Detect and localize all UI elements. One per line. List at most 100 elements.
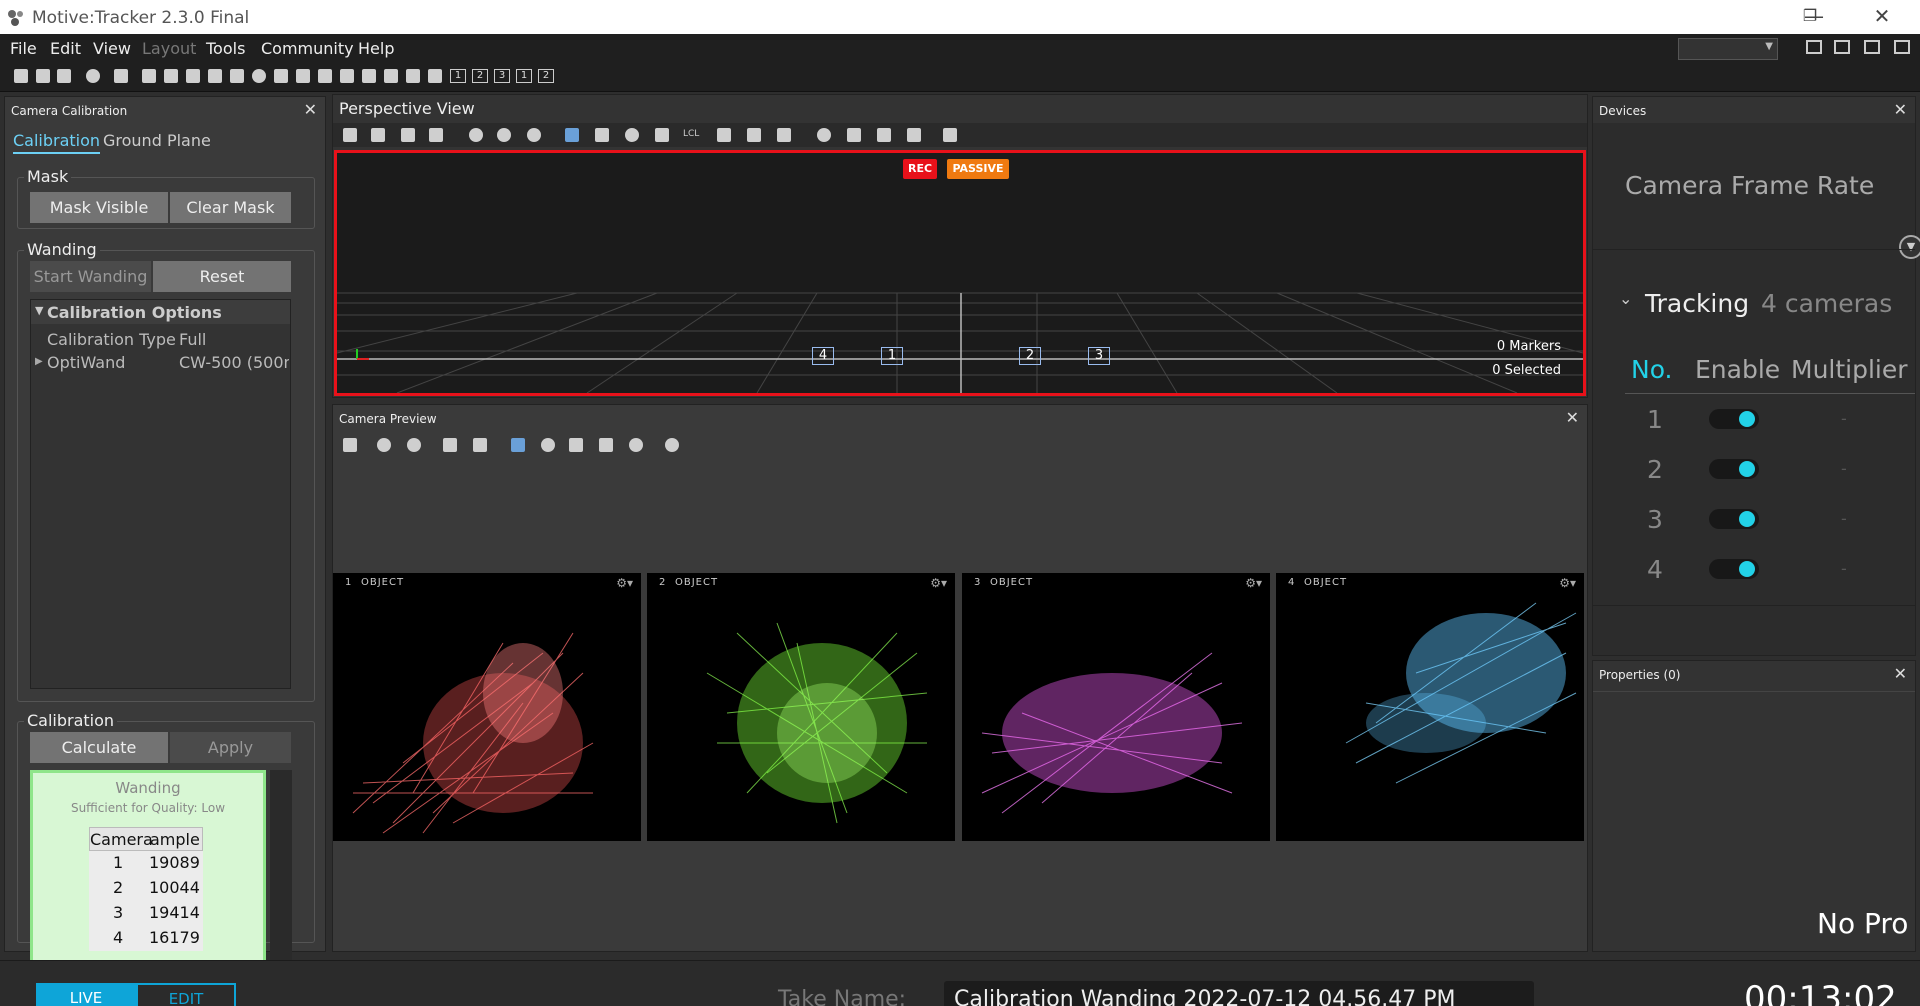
select-add-icon[interactable] bbox=[747, 128, 761, 142]
tab-ground-plane[interactable]: Ground Plane bbox=[103, 131, 211, 150]
select-arrow-icon[interactable] bbox=[565, 128, 579, 142]
zoom-fit-icon[interactable] bbox=[407, 438, 421, 452]
markers-label-icon[interactable] bbox=[877, 128, 891, 142]
menu-tools[interactable]: Tools bbox=[206, 39, 245, 58]
square-tool-icon[interactable] bbox=[569, 438, 583, 452]
move-icon[interactable] bbox=[595, 128, 609, 142]
new-project-icon[interactable] bbox=[14, 69, 28, 83]
menu-file[interactable]: File bbox=[10, 39, 37, 58]
close-icon[interactable]: ✕ bbox=[1566, 408, 1579, 427]
grid-icon[interactable] bbox=[343, 128, 357, 142]
select-box-icon[interactable] bbox=[717, 128, 731, 142]
camera-icon[interactable] bbox=[401, 128, 415, 142]
3d-viewport[interactable]: REC PASSIVE 4 1 2 3 0 Markers 0 Selected bbox=[334, 150, 1586, 396]
enable-toggle[interactable] bbox=[1709, 559, 1759, 579]
enable-toggle[interactable] bbox=[1709, 409, 1759, 429]
open-project-icon[interactable] bbox=[36, 69, 50, 83]
camera-marker-4[interactable]: 4 bbox=[812, 347, 834, 365]
zoom-all-icon[interactable] bbox=[527, 128, 541, 142]
chevron-down-icon[interactable]: ⌄ bbox=[1619, 289, 1632, 308]
person-icon[interactable] bbox=[428, 69, 442, 83]
select-remove-icon[interactable] bbox=[777, 128, 791, 142]
save-project-icon[interactable] bbox=[57, 69, 71, 83]
clear-mask-button[interactable]: Clear Mask bbox=[170, 192, 291, 223]
rotate-icon[interactable] bbox=[625, 128, 639, 142]
gear-icon[interactable]: ⚙▾ bbox=[1245, 576, 1262, 590]
layout-float-icon[interactable] bbox=[1864, 40, 1880, 54]
wand-icon[interactable] bbox=[164, 69, 178, 83]
layout-dropdown[interactable]: ▼ bbox=[1678, 38, 1778, 60]
optiwand-value[interactable]: CW-500 (500mm bbox=[179, 353, 289, 372]
apply-button[interactable]: Apply bbox=[170, 732, 291, 763]
close-icon[interactable]: ✕ bbox=[1894, 664, 1907, 683]
menu-layout[interactable]: Layout bbox=[142, 39, 196, 58]
enable-toggle[interactable] bbox=[1709, 509, 1759, 529]
menu-community[interactable]: Community bbox=[261, 39, 354, 58]
zoom-in-icon[interactable] bbox=[469, 128, 483, 142]
gear-icon[interactable]: ⚙▾ bbox=[616, 576, 633, 590]
mask-view-icon[interactable] bbox=[443, 438, 457, 452]
tools-icon[interactable] bbox=[318, 69, 332, 83]
info-icon[interactable] bbox=[252, 69, 266, 83]
camera-tile[interactable]: 4 OBJECT ⚙▾ bbox=[1276, 573, 1584, 841]
toggle-icon[interactable] bbox=[629, 438, 643, 452]
restore-button[interactable]: ❐ bbox=[1786, 0, 1834, 34]
skeleton-icon[interactable] bbox=[429, 128, 443, 142]
view-5-button[interactable]: 2 bbox=[538, 69, 554, 83]
skeleton-icon[interactable] bbox=[362, 69, 376, 83]
window-icon[interactable] bbox=[114, 69, 128, 83]
view-2-button[interactable]: 2 bbox=[472, 69, 488, 83]
close-icon[interactable]: ✕ bbox=[1894, 100, 1907, 119]
close-button[interactable]: ✕ bbox=[1858, 0, 1906, 34]
camera-tile[interactable]: 3 OBJECT ⚙▾ bbox=[962, 573, 1270, 841]
expand-triangle-icon[interactable]: ▶ bbox=[35, 356, 43, 367]
tracking-section-title[interactable]: Tracking bbox=[1645, 289, 1749, 318]
menu-edit[interactable]: Edit bbox=[50, 39, 81, 58]
broadcast-icon[interactable] bbox=[406, 69, 420, 83]
menu-help[interactable]: Help bbox=[358, 39, 394, 58]
close-icon[interactable]: ✕ bbox=[304, 100, 317, 119]
gear-icon[interactable]: ⚙▾ bbox=[1559, 576, 1576, 590]
no-column-header[interactable]: No. bbox=[1631, 355, 1673, 384]
camera-marker-2[interactable]: 2 bbox=[1019, 347, 1041, 365]
graph-icon[interactable] bbox=[296, 69, 310, 83]
markers-visible-icon[interactable] bbox=[847, 128, 861, 142]
bones-icon[interactable] bbox=[907, 128, 921, 142]
layout-window-icon[interactable] bbox=[1834, 40, 1850, 54]
layers-icon[interactable] bbox=[208, 69, 222, 83]
camera-marker-3[interactable]: 3 bbox=[1088, 347, 1110, 365]
zoom-in-icon[interactable] bbox=[377, 438, 391, 452]
layout-dock-icon[interactable] bbox=[1894, 40, 1910, 54]
mask-visible-button[interactable]: Mask Visible bbox=[30, 192, 168, 223]
menu-view[interactable]: View bbox=[93, 39, 131, 58]
clear-view-icon[interactable] bbox=[473, 438, 487, 452]
calculate-button[interactable]: Calculate bbox=[30, 732, 168, 763]
tab-calibration[interactable]: Calibration bbox=[13, 131, 101, 154]
network-icon[interactable] bbox=[274, 69, 288, 83]
options-header[interactable]: ▼ Calibration Options bbox=[31, 300, 290, 324]
enable-toggle[interactable] bbox=[1709, 459, 1759, 479]
zoom-fit-icon[interactable] bbox=[497, 128, 511, 142]
scroll-down-icon[interactable]: ▼ bbox=[1899, 235, 1920, 259]
camera-tile[interactable]: 1 OBJECT ⚙▾ bbox=[333, 573, 641, 841]
database-icon[interactable] bbox=[186, 69, 200, 83]
view-4-button[interactable]: 1 bbox=[516, 69, 532, 83]
view-1-button[interactable]: 1 bbox=[450, 69, 466, 83]
axis-icon[interactable] bbox=[343, 438, 357, 452]
settings-icon[interactable] bbox=[86, 69, 100, 83]
camera-marker-1[interactable]: 1 bbox=[881, 347, 903, 365]
circle-tool-icon[interactable] bbox=[541, 438, 555, 452]
camera-icon[interactable] bbox=[142, 69, 156, 83]
edit-mode-button[interactable]: EDIT bbox=[136, 983, 236, 1006]
eye-icon[interactable] bbox=[817, 128, 831, 142]
markers-icon[interactable] bbox=[340, 69, 354, 83]
gear-icon[interactable]: ⚙▾ bbox=[930, 576, 947, 590]
eye-icon[interactable] bbox=[665, 438, 679, 452]
start-wanding-button[interactable]: Start Wanding bbox=[30, 261, 151, 292]
camera-tile[interactable]: 2 OBJECT ⚙▾ bbox=[647, 573, 955, 841]
person-icon[interactable] bbox=[943, 128, 957, 142]
live-mode-button[interactable]: LIVE bbox=[36, 983, 136, 1006]
scale-icon[interactable] bbox=[655, 128, 669, 142]
lcl-button[interactable]: LCL bbox=[683, 129, 699, 139]
view-3-button[interactable]: 3 bbox=[494, 69, 510, 83]
